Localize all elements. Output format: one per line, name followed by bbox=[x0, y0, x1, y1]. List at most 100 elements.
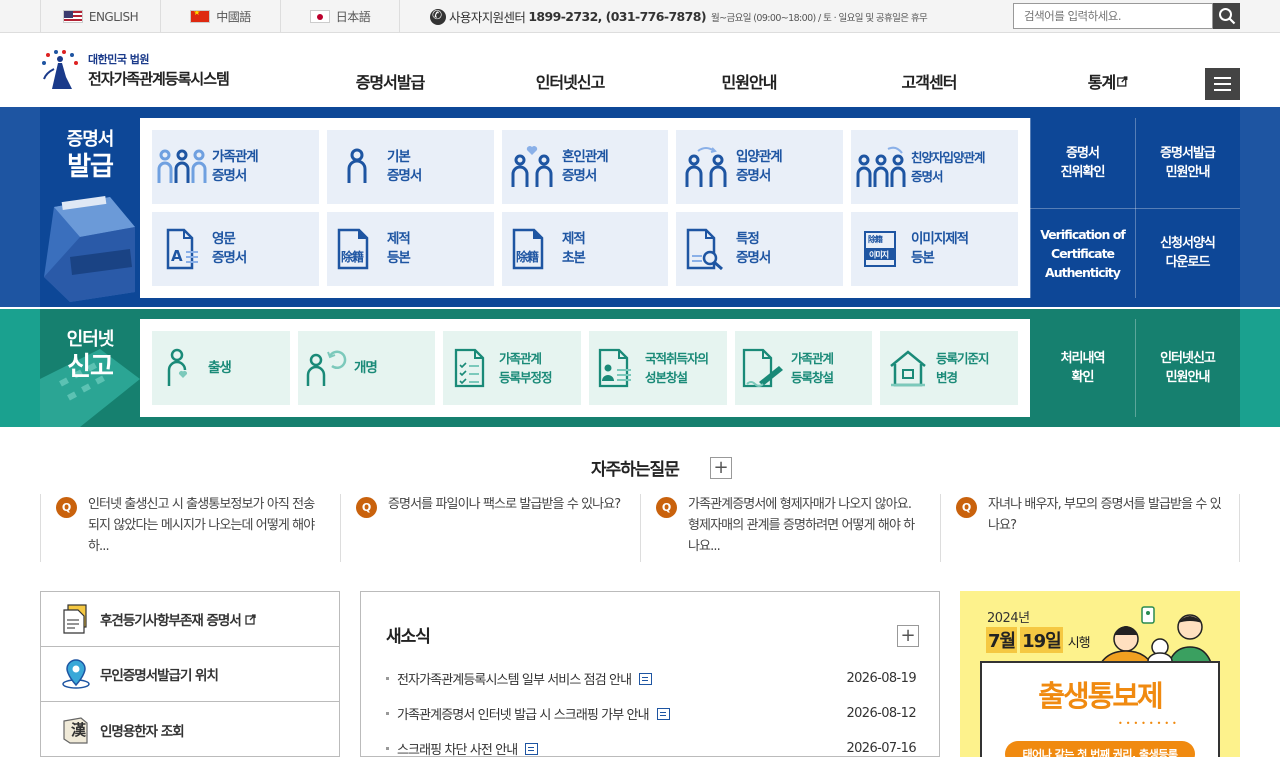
news-box: 새소식 + 전자가족관계등록시스템 일부 서비스 점검 안내 2026-08-1… bbox=[360, 591, 940, 758]
certificate-section: 증명서 발급 가족관계 증명서 기본 증명서 혼인관계 증명서 입양관계 증명서 친양자… bbox=[0, 107, 1280, 307]
question-icon: Q bbox=[356, 497, 377, 518]
external-link-icon bbox=[245, 613, 256, 625]
removed-register-icon: 除籍 bbox=[502, 228, 562, 270]
report-status-link[interactable]: 처리내역 확인 bbox=[1030, 319, 1135, 417]
faq-item[interactable]: Q 인터넷 출생신고 시 출생통보정보가 아직 전송되지 않았다는 메시지가 나… bbox=[40, 494, 340, 562]
form-download-link[interactable]: 신청서양식 다운로드 bbox=[1135, 208, 1240, 298]
internet-report-section-title: 인터넷 신고 bbox=[66, 329, 115, 382]
couple-heart-icon bbox=[502, 145, 562, 189]
logo-title: 전자가족관계등록시스템 bbox=[88, 70, 230, 88]
faq-more-button[interactable]: + bbox=[710, 457, 732, 479]
court-emblem-icon bbox=[40, 49, 84, 91]
image-register-icon: 除籍 이미지 bbox=[851, 228, 911, 270]
quick-links-box: 후견등기사항부존재 증명서 무인증명서발급기 위치 漢 인명용한자 조회 bbox=[40, 591, 340, 757]
phone-icon bbox=[430, 8, 446, 25]
svg-text:除籍: 除籍 bbox=[868, 234, 883, 244]
faq-item[interactable]: Q 가족관계증명서에 형제자매가 나오지 않아요. 형제자매의 관계를 증명하려… bbox=[640, 494, 940, 562]
guardianship-certificate-link[interactable]: 후견등기사항부존재 증명서 bbox=[41, 592, 339, 647]
lang-japanese-link[interactable]: 日本語 bbox=[280, 0, 400, 33]
svg-text:除籍: 除籍 bbox=[341, 249, 364, 264]
cert-verify-link[interactable]: 증명서 진위확인 bbox=[1030, 118, 1135, 208]
map-pin-icon bbox=[61, 659, 91, 689]
banner-date: 7월 19일 시행 bbox=[986, 627, 1091, 653]
cert-card-basic[interactable]: 기본 증명서 bbox=[327, 130, 494, 204]
report-card-naturalized-surname[interactable]: 국적취득자의 성본창설 bbox=[589, 331, 727, 405]
cert-card-family-relation[interactable]: 가족관계 증명서 bbox=[152, 130, 319, 204]
cert-card-image-register[interactable]: 除籍 이미지 이미지제적 등본 bbox=[851, 212, 1018, 286]
certificate-section-title: 증명서 발급 bbox=[66, 129, 115, 182]
birth-notification-banner[interactable]: 2024년 7월 19일 시행 출생통보제 •••••••• 태어나 같는 첫 … bbox=[960, 591, 1240, 757]
report-card-register-creation[interactable]: 가족관계 등록창설 bbox=[735, 331, 872, 405]
top-utility-bar: ENGLISH 中國語 日本語 사용자지원센터 1899-2732, (031-… bbox=[0, 0, 1280, 33]
cert-guide-link[interactable]: 증명서발급 민원안내 bbox=[1135, 118, 1240, 208]
lang-chinese-link[interactable]: 中國語 bbox=[160, 0, 280, 33]
write-doc-icon bbox=[735, 348, 791, 388]
search-button[interactable] bbox=[1213, 3, 1240, 29]
cert-card-adoption[interactable]: 입양관계 증명서 bbox=[676, 130, 843, 204]
doc-search-icon bbox=[676, 228, 736, 270]
news-title: 새소식 bbox=[386, 627, 431, 647]
china-flag-icon bbox=[190, 10, 211, 23]
report-card-rename[interactable]: 개명 bbox=[298, 331, 435, 405]
all-menu-button[interactable] bbox=[1205, 68, 1240, 100]
svg-text:A: A bbox=[171, 247, 183, 265]
cert-card-marriage[interactable]: 혼인관계 증명서 bbox=[502, 130, 668, 204]
faq-item[interactable]: Q 증명서를 파일이나 팩스로 발급받을 수 있나요? bbox=[340, 494, 640, 562]
report-card-birth[interactable]: 출생 bbox=[152, 331, 290, 405]
report-guide-link[interactable]: 인터넷신고 민원안내 bbox=[1135, 319, 1240, 417]
plus-icon: + bbox=[900, 625, 916, 646]
logo-subtitle: 대한민국 법원 bbox=[88, 53, 150, 66]
checklist-doc-icon bbox=[443, 348, 499, 388]
english-doc-icon: A bbox=[152, 228, 212, 270]
banner-headline: 출생통보제 bbox=[1038, 679, 1163, 713]
hanja-book-icon: 漢 bbox=[61, 715, 91, 745]
nav-statistics[interactable]: 통계 bbox=[1088, 69, 1128, 93]
nav-certificate[interactable]: 증명서발급 bbox=[356, 69, 426, 93]
support-center-info: 사용자지원센터 1899-2732, (031-776-7878) 월~금요일 … bbox=[430, 0, 928, 33]
hamburger-icon bbox=[1214, 77, 1231, 79]
cert-card-specific[interactable]: 특정 증명서 bbox=[676, 212, 843, 286]
kiosk-location-link[interactable]: 무인증명서발급기 위치 bbox=[41, 647, 339, 702]
svg-text:除籍: 除籍 bbox=[516, 249, 539, 264]
news-more-button[interactable]: + bbox=[897, 625, 919, 647]
news-item[interactable]: 전자가족관계등록시스템 일부 서비스 점검 안내 2026-08-19 bbox=[386, 669, 917, 688]
family-arrows-icon bbox=[851, 145, 911, 189]
site-logo[interactable]: 대한민국 법원 전자가족관계등록시스템 bbox=[40, 49, 230, 91]
cert-card-removed-register-extract[interactable]: 除籍 제적 초본 bbox=[502, 212, 668, 286]
question-icon: Q bbox=[956, 497, 977, 518]
banner-year: 2024년 bbox=[987, 611, 1030, 626]
report-card-register-correction[interactable]: 가족관계 등록부정정 bbox=[443, 331, 581, 405]
birth-icon bbox=[152, 348, 208, 388]
report-card-base-change[interactable]: 등록기준지 변경 bbox=[880, 331, 1018, 405]
nav-customer-center[interactable]: 고객센터 bbox=[902, 69, 958, 93]
family-icon bbox=[152, 147, 212, 187]
faq-title: 자주하는질문 bbox=[591, 460, 680, 480]
document-icon bbox=[525, 742, 539, 755]
external-link-icon bbox=[1117, 75, 1128, 87]
cert-card-removed-register-full[interactable]: 除籍 제적 등본 bbox=[327, 212, 494, 286]
faq-item[interactable]: Q 자녀나 배우자, 부모의 증명서를 발급받을 수 있나요? bbox=[940, 494, 1240, 562]
question-icon: Q bbox=[656, 497, 677, 518]
cert-card-full-adoption[interactable]: 친양자입양관계 증명서 bbox=[851, 130, 1018, 204]
nav-civil-guide[interactable]: 민원안내 bbox=[722, 69, 778, 93]
lang-english-link[interactable]: ENGLISH bbox=[40, 0, 160, 33]
question-icon: Q bbox=[56, 497, 77, 518]
plus-icon: + bbox=[713, 457, 729, 478]
cert-card-english[interactable]: A 영문 증명서 bbox=[152, 212, 319, 286]
search-icon bbox=[1218, 8, 1235, 25]
id-doc-icon bbox=[589, 348, 645, 388]
removed-register-icon: 除籍 bbox=[327, 228, 387, 270]
svg-text:漢: 漢 bbox=[71, 721, 87, 739]
certificate-doc-icon bbox=[61, 604, 91, 634]
japan-flag-icon bbox=[309, 10, 330, 23]
nav-internet-report[interactable]: 인터넷신고 bbox=[536, 69, 606, 93]
banner-subtitle: 태어나 같는 첫 번째 권리, 출생등록 bbox=[1005, 741, 1195, 757]
cert-authenticity-en-link[interactable]: Verification of Certificate Authenticity bbox=[1030, 208, 1135, 298]
news-item[interactable]: 가족관계증명서 인터넷 발급 시 스크래핑 가부 안내 2026-08-12 bbox=[386, 704, 917, 723]
person-icon bbox=[327, 147, 387, 187]
name-hanja-search-link[interactable]: 漢 인명용한자 조회 bbox=[41, 702, 339, 757]
news-item[interactable]: 스크래핑 차단 사전 안내 2026-07-16 bbox=[386, 739, 917, 758]
svg-text:이미지: 이미지 bbox=[869, 250, 889, 260]
search-input[interactable] bbox=[1013, 3, 1213, 29]
site-search bbox=[1013, 3, 1240, 29]
